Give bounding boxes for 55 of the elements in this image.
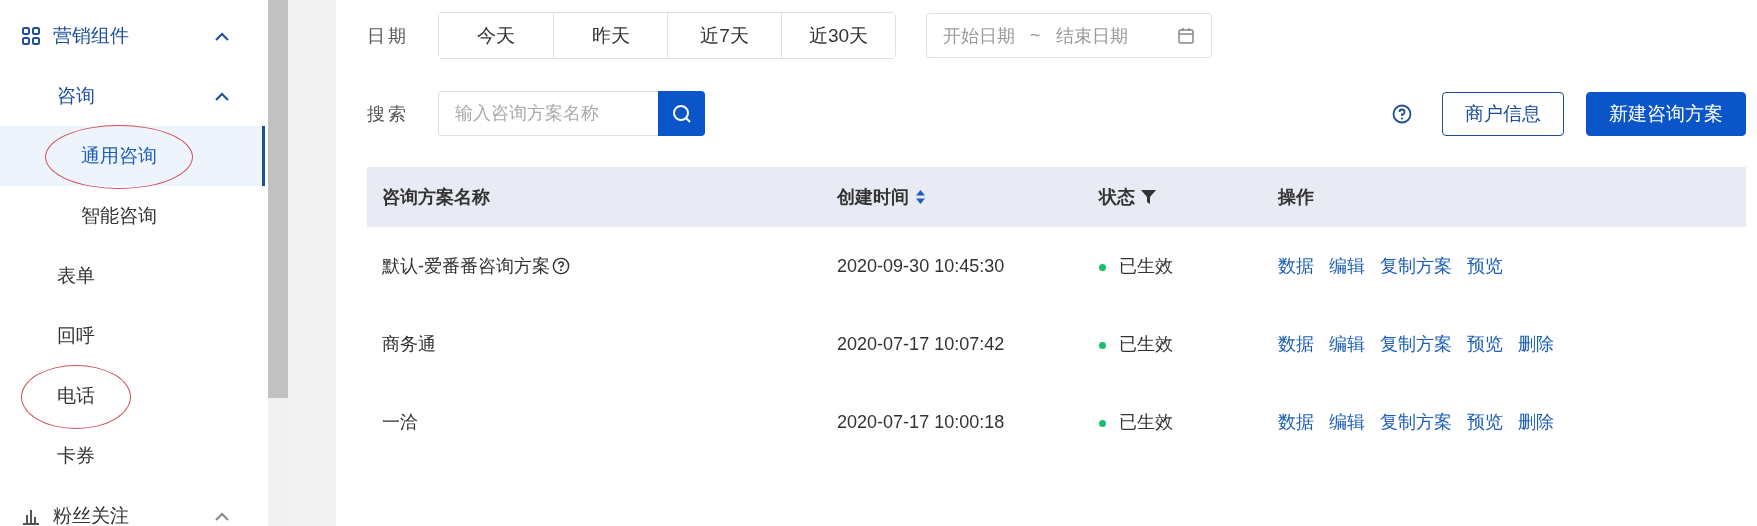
sidebar-item[interactable]: 电话 xyxy=(0,366,265,426)
action-link[interactable]: 删除 xyxy=(1518,332,1555,356)
chevron-up-icon[interactable] xyxy=(213,510,231,522)
sidebar-item[interactable]: 通用咨询 xyxy=(0,126,265,186)
sort-icon[interactable] xyxy=(915,189,927,205)
table-cell-text: 默认-爱番番咨询方案 xyxy=(382,255,550,278)
column-header: 创建时间 xyxy=(837,186,910,209)
action-link[interactable]: 预览 xyxy=(1467,254,1504,278)
calendar-icon xyxy=(1177,26,1195,45)
table-cell: 2020-09-30 10:45:30 xyxy=(837,255,1005,276)
sidebar-item[interactable]: 表单 xyxy=(0,246,265,306)
date-option[interactable]: 近30天 xyxy=(781,13,895,58)
action-link[interactable]: 预览 xyxy=(1467,410,1504,434)
table-cell-text: 一洽 xyxy=(382,411,418,434)
status-text: 已生效 xyxy=(1119,412,1174,432)
action-link[interactable]: 复制方案 xyxy=(1380,254,1453,278)
sidebar-item[interactable]: 粉丝关注 xyxy=(0,486,265,526)
table-cell-text: 商务通 xyxy=(382,333,436,356)
action-link[interactable]: 预览 xyxy=(1467,332,1504,356)
table-cell: 2020-07-17 10:00:18 xyxy=(837,411,1005,432)
create-button[interactable]: 新建咨询方案 xyxy=(1586,91,1746,136)
search-field[interactable]: 输入咨询方案名称 xyxy=(438,91,658,136)
bar-chart-icon xyxy=(22,507,40,525)
action-link[interactable]: 数据 xyxy=(1278,410,1315,434)
filter-icon[interactable] xyxy=(1141,189,1157,205)
grid-icon xyxy=(22,27,40,45)
action-link[interactable]: 数据 xyxy=(1278,332,1315,356)
info-button[interactable]: 商户信息 xyxy=(1442,91,1564,136)
chevron-up-icon[interactable] xyxy=(213,90,231,102)
search-label: 搜索 xyxy=(367,102,410,126)
chevron-up-icon[interactable] xyxy=(213,30,231,42)
column-header: 状态 xyxy=(1099,186,1136,209)
help-icon[interactable] xyxy=(1392,103,1412,124)
status-text: 已生效 xyxy=(1119,256,1174,276)
search-button[interactable] xyxy=(658,91,705,136)
column-header: 咨询方案名称 xyxy=(382,186,490,209)
sidebar-item[interactable]: 咨询 xyxy=(0,66,265,126)
help-icon[interactable] xyxy=(552,257,570,275)
scrollbar[interactable] xyxy=(268,0,288,526)
sidebar-item[interactable]: 智能咨询 xyxy=(0,186,265,246)
status-text: 已生效 xyxy=(1119,334,1174,354)
action-link[interactable]: 数据 xyxy=(1278,254,1315,278)
action-link[interactable]: 编辑 xyxy=(1329,254,1366,278)
date-label: 日期 xyxy=(367,24,410,48)
sidebar-item[interactable]: 回呼 xyxy=(0,306,265,366)
sidebar-item[interactable]: 营销组件 xyxy=(0,6,265,66)
action-link[interactable]: 删除 xyxy=(1518,410,1555,434)
table-cell: 2020-07-17 10:07:42 xyxy=(837,333,1005,354)
action-link[interactable]: 复制方案 xyxy=(1380,410,1453,434)
action-link[interactable]: 编辑 xyxy=(1329,332,1366,356)
action-link[interactable]: 复制方案 xyxy=(1380,332,1453,356)
column-header: 操作 xyxy=(1278,186,1315,209)
action-link[interactable]: 编辑 xyxy=(1329,410,1366,434)
search-icon xyxy=(671,103,692,124)
sidebar-item[interactable]: 卡券 xyxy=(0,426,265,486)
